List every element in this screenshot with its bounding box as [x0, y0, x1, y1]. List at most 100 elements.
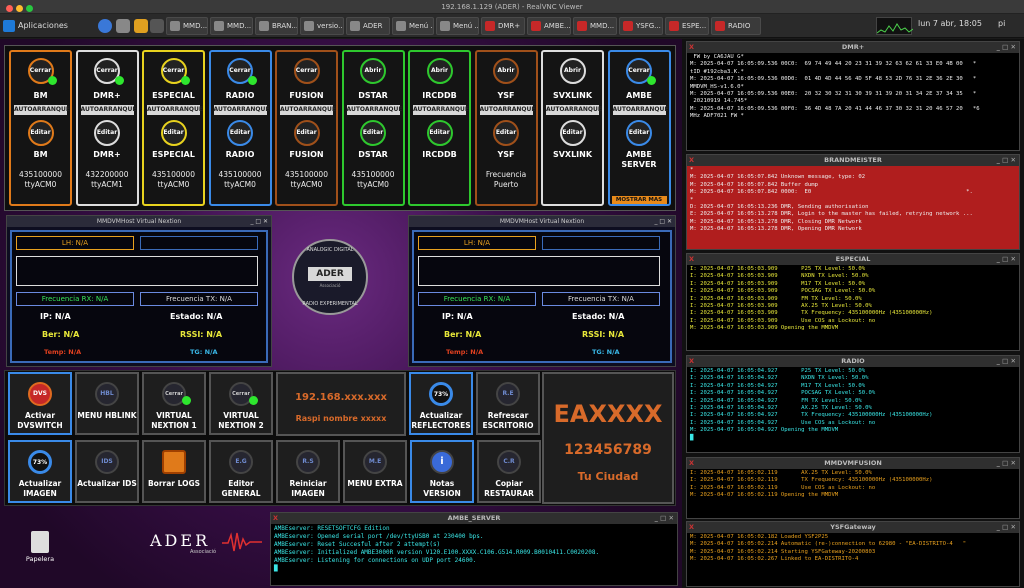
user-menu[interactable]: pi — [998, 19, 1005, 28]
trash-desktop-item[interactable]: Papelera — [18, 531, 62, 563]
terminal-brandmeister[interactable]: X BRANDMEISTER _ □ ✕ * M: 2025-04-07 16:05:… — [686, 154, 1020, 250]
tool-button-r2-4[interactable]: R.S Reiniciar IMAGEN — [276, 440, 340, 503]
terminal-dmr+[interactable]: X DMR+ _ □ ✕ FW by CA6JAU G* M: 2025-04-07… — [686, 41, 1020, 151]
taskbar-window-8[interactable]: AMBE... — [527, 17, 571, 35]
browser-icon[interactable] — [98, 19, 112, 33]
terminal-especial[interactable]: X ESPECIAL _ □ ✕ I: 2025-04-07 16:05:03.909… — [686, 253, 1020, 351]
taskbar-window-9[interactable]: MMD... — [573, 17, 617, 35]
window-controls[interactable]: _ □ ✕ — [250, 216, 268, 227]
service-name: RADIO — [225, 91, 255, 100]
taskbar-window-7[interactable]: DMR+ — [481, 17, 525, 35]
service-name-2: RADIO — [225, 150, 255, 159]
terminal-titlebar[interactable]: X RADIO _ □ ✕ — [687, 356, 1019, 367]
taskbar-window-0[interactable]: MMD... — [166, 17, 208, 35]
vlc-icon[interactable] — [134, 19, 148, 33]
edit-button[interactable]: Editar — [559, 120, 586, 146]
autostart-button[interactable]: AUTOARRANQUE — [14, 105, 70, 115]
close-icon[interactable] — [6, 5, 13, 12]
taskbar-window-2[interactable]: BRAN... — [255, 17, 298, 35]
show-more-button[interactable]: MOSTRAR MAS — [611, 196, 667, 204]
taskbar-window-3[interactable]: versio... — [300, 17, 344, 35]
autostart-button[interactable]: AUTOARRANQUE — [413, 105, 469, 115]
tool-button-r2-2[interactable]: Borrar LOGS — [142, 440, 206, 503]
tool-label: VIRTUAL NEXTION 2 — [218, 411, 264, 430]
autostart-button[interactable]: AUTOARRANQUE — [80, 105, 136, 115]
toggle-button[interactable]: Abrir — [426, 58, 453, 84]
taskbar-window-6[interactable]: Menú ... — [436, 17, 479, 35]
clock[interactable]: lun 7 abr, 18:05 — [918, 19, 982, 28]
terminal-icon: X — [689, 156, 695, 164]
taskbar-window-10[interactable]: YSFG... — [619, 17, 663, 35]
autostart-button[interactable]: AUTOARRANQUE — [213, 105, 269, 115]
terminal-titlebar[interactable]: X DMR+ _ □ ✕ — [687, 42, 1019, 53]
port: ttyACM0 — [24, 180, 57, 189]
window-controls[interactable]: _ □ ✕ — [654, 216, 672, 227]
service-name-2: BM — [33, 150, 48, 159]
tool-button-r1-0[interactable]: DVS Activar DVSWITCH — [8, 372, 72, 435]
nextion-titlebar[interactable]: MMDVMHost Virtual Nextion _ □ ✕ — [7, 216, 271, 227]
terminal-titlebar[interactable]: X ESPECIAL _ □ ✕ — [687, 254, 1019, 265]
tool-button-r2-0[interactable]: 73% Actualizar IMAGEN — [8, 440, 72, 503]
tool-button-r1b-0[interactable]: 73% Actualizar REFLECTORES — [409, 372, 473, 435]
terminal-titlebar[interactable]: X BRANDMEISTER _ □ ✕ — [687, 155, 1019, 166]
window-controls[interactable]: _ □ ✕ — [655, 513, 674, 524]
terminal-radio[interactable]: X RADIO _ □ ✕ I: 2025-04-07 16:05:04.927 P2… — [686, 355, 1020, 453]
taskbar-window-5[interactable]: Menú ... — [392, 17, 434, 35]
edit-button[interactable]: Editar — [626, 120, 652, 146]
tool-button-r1-3[interactable]: Cerrar VIRTUAL NEXTION 2 — [209, 372, 273, 435]
edit-button[interactable]: Editar — [27, 120, 54, 146]
autostart-button[interactable]: AUTOARRANQUE — [479, 105, 535, 115]
edit-button[interactable]: Editar — [493, 120, 519, 146]
tool-button-r1b-1[interactable]: R.E Refrescar ESCRITORIO — [476, 372, 540, 435]
applications-menu[interactable]: Aplicaciones — [3, 18, 68, 34]
tool-button-r2-7[interactable]: C.R Copiar RESTAURAR — [477, 440, 541, 503]
nextion-titlebar[interactable]: MMDVMHost Virtual Nextion _ □ ✕ — [409, 216, 675, 227]
tool-button-r1-1[interactable]: HBL MENU HBLINK — [75, 372, 139, 435]
autostart-button[interactable]: AUTOARRANQUE — [612, 105, 668, 115]
edit-button[interactable]: Editar — [94, 120, 120, 146]
toggle-button[interactable]: Cerrar — [293, 58, 320, 84]
toggle-button[interactable]: Abrir — [559, 58, 586, 84]
tool-button-r1-2[interactable]: Cerrar VIRTUAL NEXTION 1 — [142, 372, 206, 435]
edit-button[interactable]: Editar — [293, 120, 320, 146]
autostart-button[interactable]: AUTOARRANQUE — [546, 105, 602, 115]
window-controls[interactable]: _ □ ✕ — [997, 458, 1016, 469]
autostart-button[interactable]: AUTOARRANQUE — [147, 105, 203, 115]
ip-label: IP: N/A — [40, 312, 71, 321]
edit-button[interactable]: Editar — [426, 120, 453, 146]
edit-button[interactable]: Editar — [160, 120, 187, 146]
minimize-icon[interactable] — [16, 5, 23, 12]
ip-info-box: 192.168.xxx.xxx Raspi nombre xxxxx — [276, 372, 406, 436]
ambe-server-terminal[interactable]: X AMBE_SERVER _ □ ✕ AMBEserver: RESETSOFTC… — [270, 512, 678, 586]
monitor-icon[interactable] — [116, 19, 130, 33]
toggle-button[interactable]: Abrir — [493, 58, 519, 84]
nextion-screen: LH: N/A Frecuencia RX: N/A Frecuencia TX: … — [10, 230, 268, 363]
autostart-button[interactable]: AUTOARRANQUE — [346, 105, 402, 115]
tool-button-r2-5[interactable]: M.E MENU EXTRA — [343, 440, 407, 503]
window-controls[interactable]: _ □ ✕ — [997, 254, 1016, 265]
service-name: DMR+ — [93, 91, 121, 100]
terminal-ysfgateway[interactable]: X YSFGateway _ □ ✕ M: 2025-04-07 16:05:02.1… — [686, 521, 1020, 587]
edit-button[interactable]: Editar — [227, 120, 253, 146]
edit-button[interactable]: Editar — [360, 120, 386, 146]
terminal-titlebar[interactable]: X MMDVMFUSION _ □ ✕ — [687, 458, 1019, 469]
taskbar-window-12[interactable]: RADIO — [711, 17, 761, 35]
taskbar-window-1[interactable]: MMD... — [210, 17, 253, 35]
taskbar-window-4[interactable]: ADER — [346, 17, 390, 35]
terminal-titlebar[interactable]: X YSFGateway _ □ ✕ — [687, 522, 1019, 533]
taskbar-window-11[interactable]: ESPE... — [665, 17, 709, 35]
window-controls[interactable]: _ □ ✕ — [997, 356, 1016, 367]
autostart-button[interactable]: AUTOARRANQUE — [280, 105, 336, 115]
maximize-icon[interactable] — [26, 5, 33, 12]
vnc-title: 192.168.1.129 (ADER) - RealVNC Viewer — [441, 3, 583, 11]
lh-field: LH: N/A — [418, 236, 536, 250]
tool-button-r2-3[interactable]: E.G Editor GENERAL — [209, 440, 273, 503]
terminal-icon[interactable] — [150, 19, 164, 33]
window-controls[interactable]: _ □ ✕ — [997, 155, 1016, 166]
terminal-mmdvmfusion[interactable]: X MMDVMFUSION _ □ ✕ I: 2025-04-07 16:05:02.… — [686, 457, 1020, 519]
window-controls[interactable]: _ □ ✕ — [997, 522, 1016, 533]
toggle-button[interactable]: Abrir — [360, 58, 386, 84]
tool-button-r2-6[interactable]: i Notas VERSION — [410, 440, 474, 503]
window-controls[interactable]: _ □ ✕ — [997, 42, 1016, 53]
tool-button-r2-1[interactable]: IDS Actualizar IDS — [75, 440, 139, 503]
